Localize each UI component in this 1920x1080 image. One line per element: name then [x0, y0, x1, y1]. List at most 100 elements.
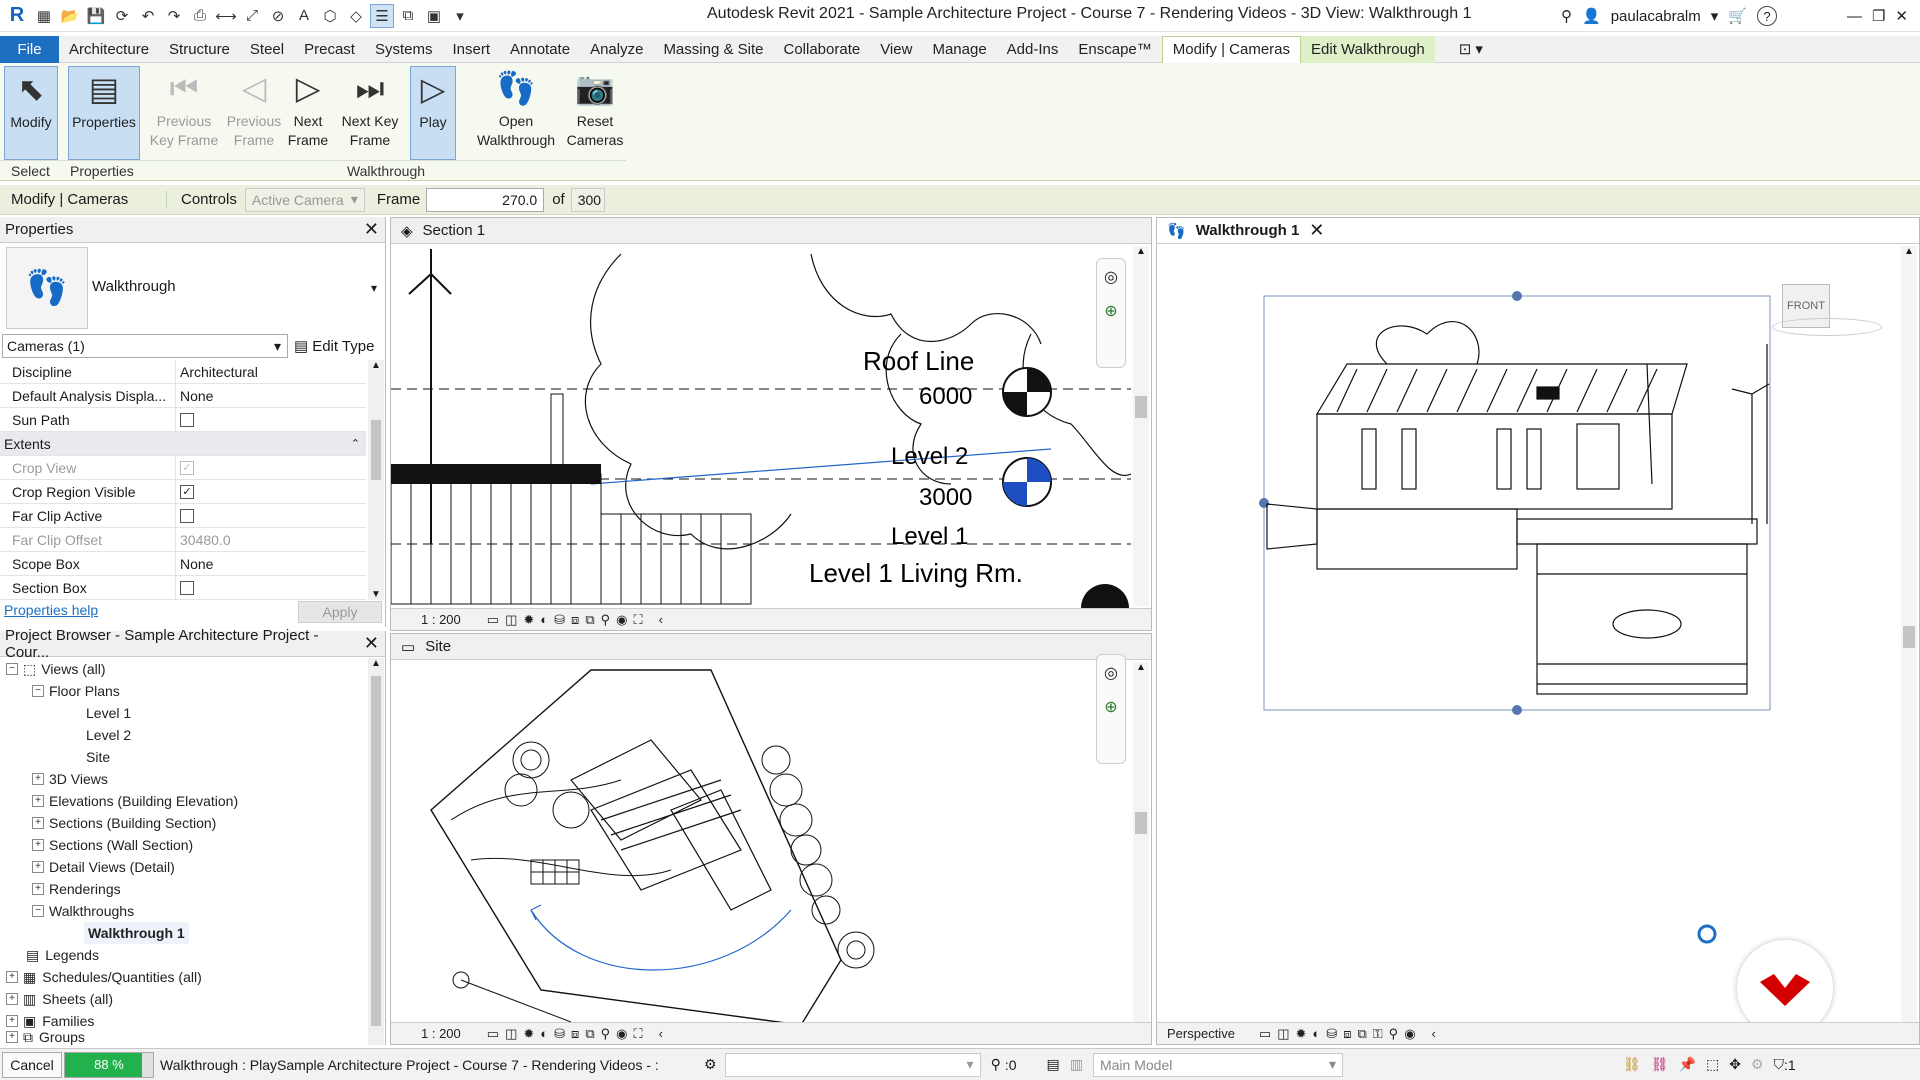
restore-icon[interactable]: ❐ — [1872, 7, 1885, 25]
next-frame-button[interactable]: ▷ Next Frame — [286, 66, 330, 160]
cart-icon[interactable]: 🛒 — [1728, 7, 1747, 25]
tag-icon[interactable]: ⊘ — [266, 4, 290, 28]
hscroll-left-icon[interactable]: ‹ — [659, 1026, 663, 1041]
expand-icon[interactable]: + — [32, 861, 44, 873]
edit-type-button[interactable]: ▤ Edit Type — [294, 335, 374, 357]
close-icon[interactable]: ✕ — [364, 633, 379, 654]
section-icon[interactable]: ◇ — [344, 4, 368, 28]
ribbon-display-toggle-icon[interactable]: ⊡ ▾ — [1449, 36, 1493, 63]
shadows-icon[interactable]: ◐ — [540, 1026, 548, 1041]
tree-renderings[interactable]: + Renderings — [32, 878, 121, 900]
tab-insert[interactable]: Insert — [442, 36, 500, 63]
hide-crop-icon[interactable]: ⧉ — [1357, 1026, 1366, 1042]
expand-icon[interactable]: + — [32, 883, 44, 895]
crop-region[interactable] — [1263, 295, 1771, 711]
expand-icon[interactable]: + — [32, 795, 44, 807]
workset-dropdown[interactable]: ▾ — [724, 1052, 981, 1077]
expand-icon[interactable]: + — [32, 773, 44, 785]
tree-walkthrough-1[interactable]: Walkthrough 1 — [84, 922, 189, 944]
prop-value[interactable]: 30480.0 — [176, 532, 366, 548]
crop-handle-top[interactable] — [1512, 291, 1522, 301]
crop-region-visible-checkbox[interactable]: ✓ — [180, 484, 194, 499]
design-options-icon[interactable]: ▤ — [1047, 1056, 1060, 1073]
instance-selector[interactable]: Cameras (1) ▾ — [2, 334, 288, 358]
home-icon[interactable]: ▦ — [32, 4, 56, 28]
section-view[interactable]: ◈ Section 1 Roof Line 6000 Level 2 3000 … — [390, 217, 1152, 631]
reveal-icon[interactable]: ◉ — [1404, 1026, 1415, 1042]
tab-analyze[interactable]: Analyze — [580, 36, 653, 63]
scroll-down-icon[interactable]: ▼ — [368, 589, 384, 600]
prop-row-section-box[interactable]: Section Box — [0, 575, 366, 600]
measure-icon[interactable]: ⟷ — [214, 4, 238, 28]
prop-row-far-clip-active[interactable]: Far Clip Active — [0, 503, 366, 528]
temp-hide-icon[interactable]: ⚲ — [601, 612, 611, 628]
tab-precast[interactable]: Precast — [294, 36, 365, 63]
visual-style-icon[interactable]: ◫ — [1277, 1026, 1289, 1042]
tree-elevations[interactable]: + Elevations (Building Elevation) — [32, 790, 238, 812]
user-icon[interactable]: 👤 — [1582, 7, 1601, 25]
tab-annotate[interactable]: Annotate — [500, 36, 580, 63]
select-pinned-icon[interactable]: 📌 — [1679, 1056, 1696, 1073]
tree-walkthroughs[interactable]: − Walkthroughs — [32, 900, 134, 922]
properties-button[interactable]: ▤ Properties — [68, 66, 140, 160]
collapse-icon[interactable]: − — [6, 663, 18, 675]
next-key-frame-button[interactable]: ⏭ Next Key Frame — [334, 66, 406, 160]
level-head-2-icon[interactable] — [1002, 457, 1052, 507]
main-model-dropdown[interactable]: Main Model ▾ — [1092, 1052, 1343, 1077]
steering-wheel-icon[interactable]: ◎ — [1097, 267, 1125, 287]
dimension-icon[interactable]: ⤢ — [240, 4, 264, 28]
close-icon[interactable]: ✕ — [1309, 220, 1324, 241]
extents-group-header[interactable]: Extents ⌃ — [0, 432, 366, 456]
detail-level-icon[interactable]: ▭ — [487, 1026, 499, 1042]
shadows-icon[interactable]: ◐ — [1312, 1026, 1320, 1041]
tab-add-ins[interactable]: Add-Ins — [997, 36, 1069, 63]
site-view[interactable]: ▭ Site ◎ ⊕ ▲ 1: 200 ▭ ◫ ✹ ◐ ⛁ ⧈ ⧉ ⚲ ◉ ⛶… — [390, 633, 1152, 1045]
crop-handle-bottom[interactable] — [1512, 705, 1522, 715]
expand-icon[interactable]: + — [32, 817, 44, 829]
sync-icon[interactable]: ⟳ — [110, 4, 134, 28]
redo-icon[interactable]: ↷ — [162, 4, 186, 28]
site-vscroll[interactable]: ▲ — [1133, 662, 1149, 1022]
search-binoculars-icon[interactable]: ⚲ — [1561, 7, 1572, 25]
visual-style-icon[interactable]: ◫ — [505, 612, 517, 628]
tree-3d-views[interactable]: +3D Views — [32, 768, 108, 790]
section-drawing[interactable]: Roof Line 6000 Level 2 3000 Level 1 Leve… — [391, 244, 1131, 608]
undo-icon[interactable]: ↶ — [136, 4, 160, 28]
worksets-icon[interactable]: ⚙ — [704, 1056, 717, 1073]
apply-button[interactable]: Apply — [298, 601, 382, 623]
cancel-button[interactable]: Cancel — [2, 1051, 62, 1078]
thin-lines-icon[interactable]: ☰ — [370, 3, 394, 28]
scroll-up-icon[interactable]: ▲ — [368, 658, 384, 669]
steering-wheel-icon[interactable]: ◎ — [1097, 663, 1125, 683]
open-walkthrough-button[interactable]: 👣 Open Walkthrough — [472, 66, 560, 160]
crop-icon[interactable]: ⧈ — [571, 1026, 579, 1042]
tab-edit-walkthrough[interactable]: Edit Walkthrough — [1301, 35, 1435, 63]
customize-qat-icon[interactable]: ▾ — [448, 4, 472, 28]
tree-legends[interactable]: ▤ Legends — [26, 944, 99, 966]
revit-logo[interactable]: R — [4, 3, 30, 29]
expand-icon[interactable]: + — [6, 993, 18, 1005]
zoom-icon[interactable]: ⊕ — [1097, 301, 1125, 321]
perspective-label[interactable]: Perspective — [1167, 1026, 1235, 1041]
walkthrough-perspective[interactable] — [1157, 244, 1901, 1020]
properties-scrollbar[interactable]: ▲ ▼ — [368, 360, 384, 600]
render-icon[interactable]: ⛁ — [554, 1026, 565, 1042]
section-vscroll[interactable]: ▲ — [1133, 246, 1149, 606]
tab-manage[interactable]: Manage — [922, 36, 996, 63]
switch-windows-icon[interactable]: ▣ — [422, 4, 446, 28]
prop-value[interactable]: None — [176, 556, 366, 572]
tree-schedules[interactable]: + ▦ Schedules/Quantities (all) — [6, 966, 202, 988]
prop-value[interactable]: Architectural — [176, 364, 366, 380]
crop-view-checkbox[interactable]: ✓ — [180, 460, 194, 475]
controls-dropdown[interactable]: Active Camera ▾ — [244, 187, 365, 212]
frame-input[interactable]: 270.0 — [426, 187, 545, 212]
previous-key-frame-button[interactable]: ⏮ Previous Key Frame — [148, 66, 220, 160]
expand-icon[interactable]: + — [6, 971, 18, 983]
tab-massing-site[interactable]: Massing & Site — [653, 36, 773, 63]
tab-architecture[interactable]: Architecture — [59, 36, 159, 63]
level-head-roof-icon[interactable] — [1002, 367, 1052, 417]
tab-collaborate[interactable]: Collaborate — [773, 36, 870, 63]
tree-level-2[interactable]: Level 2 — [86, 724, 131, 746]
far-clip-active-checkbox[interactable] — [180, 508, 194, 523]
hscroll-left-icon[interactable]: ‹ — [659, 612, 663, 627]
